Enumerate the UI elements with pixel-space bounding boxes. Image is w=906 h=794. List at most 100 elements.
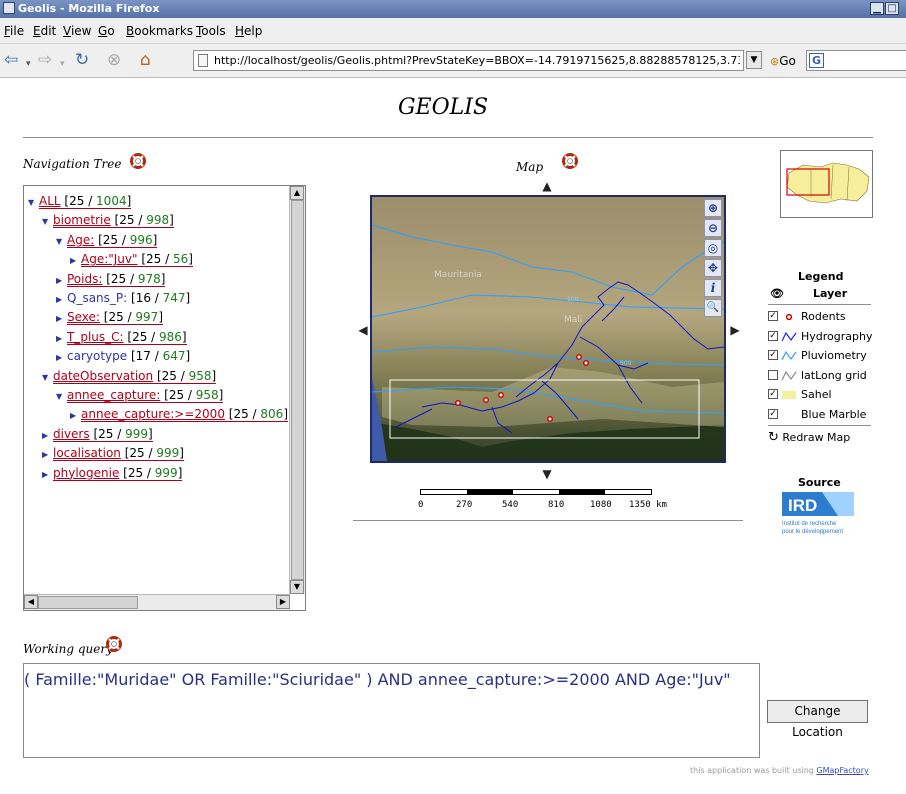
ird-logo[interactable]: IRD Institut de recherche pour le dévelo… — [782, 492, 854, 542]
zoom-in-icon[interactable]: ⊕ — [704, 199, 722, 217]
tree-node[interactable]: ▶ Poids: [25 / 978] — [56, 271, 166, 288]
scroll-down-button[interactable]: ▼ — [290, 580, 304, 594]
expand-icon[interactable]: ▶ — [70, 408, 81, 423]
url-history-dropdown[interactable]: ▼ — [746, 51, 762, 69]
home-icon[interactable]: ⌂ — [140, 52, 151, 69]
overview-map-image[interactable] — [781, 151, 872, 217]
expand-icon[interactable]: ▶ — [56, 273, 67, 288]
layer-checkbox[interactable]: ✓ — [768, 408, 778, 419]
reload-icon[interactable]: ↻ — [75, 52, 89, 69]
menu-tools[interactable]: Tools — [196, 24, 226, 38]
expand-icon[interactable]: ▶ — [70, 253, 81, 268]
map-image[interactable]: Mauritania Mali 100 500 — [372, 197, 724, 461]
tree-node[interactable]: ▼ ALL [25 / 1004] — [28, 194, 132, 210]
change-location-button[interactable]: Change Location — [767, 700, 868, 739]
collapse-icon[interactable]: ▼ — [56, 234, 67, 249]
forward-icon[interactable]: ⇨ — [38, 52, 52, 69]
working-query-text[interactable]: ( Famille:"Muridae" OR Famille:"Sciurida… — [24, 670, 731, 689]
scroll-right-button[interactable]: ▶ — [276, 595, 290, 609]
lifebuoy-icon[interactable] — [130, 153, 146, 169]
tree-node[interactable]: ▶ divers [25 / 999] — [42, 426, 153, 443]
menu-edit[interactable]: Edit — [33, 24, 56, 38]
zoom-out-icon[interactable]: ⊖ — [704, 219, 722, 237]
tree-node-label[interactable]: annee_capture: — [67, 388, 160, 402]
layer-checkbox[interactable]: ✓ — [768, 350, 778, 360]
redraw-map-button[interactable]: ↻ Redraw Map — [768, 430, 850, 445]
tree-node[interactable]: ▶ localisation [25 / 999] — [42, 446, 184, 462]
tree-node-label[interactable]: biometrie — [53, 213, 111, 227]
collapse-icon[interactable]: ▼ — [28, 195, 39, 210]
layer-checkbox[interactable]: ✓ — [768, 330, 778, 341]
go-button[interactable]: ⊛Go — [770, 54, 796, 68]
expand-icon[interactable]: ▶ — [56, 350, 67, 365]
tree-node[interactable]: ▼ biometrie [25 / 998] — [42, 213, 174, 229]
collapse-icon[interactable]: ▼ — [56, 389, 67, 404]
layer-checkbox[interactable]: ✓ — [768, 311, 778, 321]
tree-node-label[interactable]: Q_sans_P: — [67, 291, 127, 305]
tree-node[interactable]: ▼ dateObservation [25 / 958] — [42, 368, 217, 385]
map-canvas[interactable]: Mauritania Mali 100 500 ⊕ ⊖ ◎ ✥ i 🔍 — [370, 195, 726, 463]
scroll-up-button[interactable]: ▲ — [290, 186, 304, 200]
tree-node-label[interactable]: Poids: — [67, 272, 102, 286]
collapse-icon[interactable]: ▼ — [42, 370, 53, 385]
pan-east-icon[interactable]: ▶ — [728, 323, 742, 337]
tree-vertical-scrollbar[interactable]: ▲ ▼ — [289, 186, 305, 594]
back-dropdown-icon[interactable]: ▾ — [26, 56, 31, 73]
expand-icon[interactable]: ▶ — [56, 331, 67, 346]
layer-checkbox[interactable] — [768, 369, 778, 380]
scroll-left-button[interactable]: ◀ — [24, 595, 38, 609]
tree-node[interactable]: ▼ Age: [25 / 996] — [56, 232, 158, 249]
pan-west-icon[interactable]: ◀ — [356, 323, 370, 337]
pan-south-icon[interactable]: ▼ — [540, 467, 554, 481]
scroll-thumb[interactable] — [291, 200, 304, 580]
tree-node[interactable]: ▶ T_plus_C: [25 / 986] — [56, 329, 187, 346]
working-query-field[interactable]: ( Famille:"Muridae" OR Famille:"Sciurida… — [23, 663, 760, 758]
search-box[interactable]: G — [806, 50, 906, 71]
tree-node-label[interactable]: T_plus_C: — [67, 330, 124, 344]
tree-node[interactable]: ▶ phylogenie [25 / 999] — [42, 465, 183, 482]
gmapfactory-link[interactable]: GMapFactory — [816, 766, 868, 775]
tree-node-label[interactable]: divers — [53, 427, 90, 441]
query-icon[interactable]: 🔍 — [704, 299, 722, 317]
url-text[interactable]: http://localhost/geolis/Geolis.phtml?Pre… — [214, 54, 740, 67]
window-menu-icon[interactable] — [3, 2, 15, 14]
stop-icon[interactable]: ⊗ — [107, 52, 121, 69]
tree-node-label[interactable]: dateObservation — [53, 369, 153, 383]
tree-node-label[interactable]: caryotype — [67, 349, 127, 363]
expand-icon[interactable]: ▶ — [56, 292, 67, 307]
tree-node-label[interactable]: annee_capture:>=2000 — [81, 407, 225, 421]
tree-node[interactable]: ▶ caryotype [17 / 647] — [56, 349, 190, 365]
overview-map[interactable] — [780, 150, 873, 218]
forward-dropdown-icon[interactable]: ▾ — [60, 56, 65, 73]
tree-node-label[interactable]: Age:"Juv" — [81, 252, 138, 266]
expand-icon[interactable]: ▶ — [42, 467, 53, 482]
horizontal-scroll-thumb[interactable] — [38, 596, 138, 609]
map-lifebuoy-icon[interactable] — [562, 153, 578, 169]
expand-icon[interactable]: ▶ — [42, 428, 53, 443]
menu-help[interactable]: Help — [235, 24, 262, 38]
tree-node-label[interactable]: phylogenie — [53, 466, 119, 480]
tree-node[interactable]: ▶ Sexe: [25 / 997] — [56, 310, 163, 326]
info-icon[interactable]: i — [704, 279, 722, 297]
query-lifebuoy-icon[interactable] — [106, 636, 122, 652]
tree-node-label[interactable]: ALL — [39, 194, 61, 208]
menu-file[interactable]: File — [4, 24, 24, 38]
back-icon[interactable]: ⇦ — [4, 52, 18, 69]
pan-icon[interactable]: ✥ — [704, 259, 722, 277]
tree-node-label[interactable]: localisation — [53, 446, 121, 460]
menu-bookmarks[interactable]: Bookmarks — [126, 24, 193, 38]
tree-node-label[interactable]: Age: — [67, 233, 94, 247]
maximize-button[interactable]: □ — [885, 2, 899, 15]
url-bar[interactable]: http://localhost/geolis/Geolis.phtml?Pre… — [193, 50, 744, 71]
minimize-button[interactable]: ▁ — [870, 2, 884, 15]
tree-node[interactable]: ▶ Q_sans_P: [16 / 747] — [56, 291, 190, 307]
tree-node-label[interactable]: Sexe: — [67, 310, 100, 324]
collapse-icon[interactable]: ▼ — [42, 214, 53, 229]
tree-node[interactable]: ▶ annee_capture:>=2000 [25 / 806] — [70, 407, 288, 423]
tree-node[interactable]: ▶ Age:"Juv" [25 / 56] — [70, 252, 193, 268]
layer-checkbox[interactable]: ✓ — [768, 389, 778, 399]
menu-go[interactable]: Go — [98, 24, 115, 38]
pan-north-icon[interactable]: ▲ — [540, 179, 554, 193]
expand-icon[interactable]: ▶ — [42, 447, 53, 462]
search-engine-icon[interactable]: G — [809, 53, 824, 68]
